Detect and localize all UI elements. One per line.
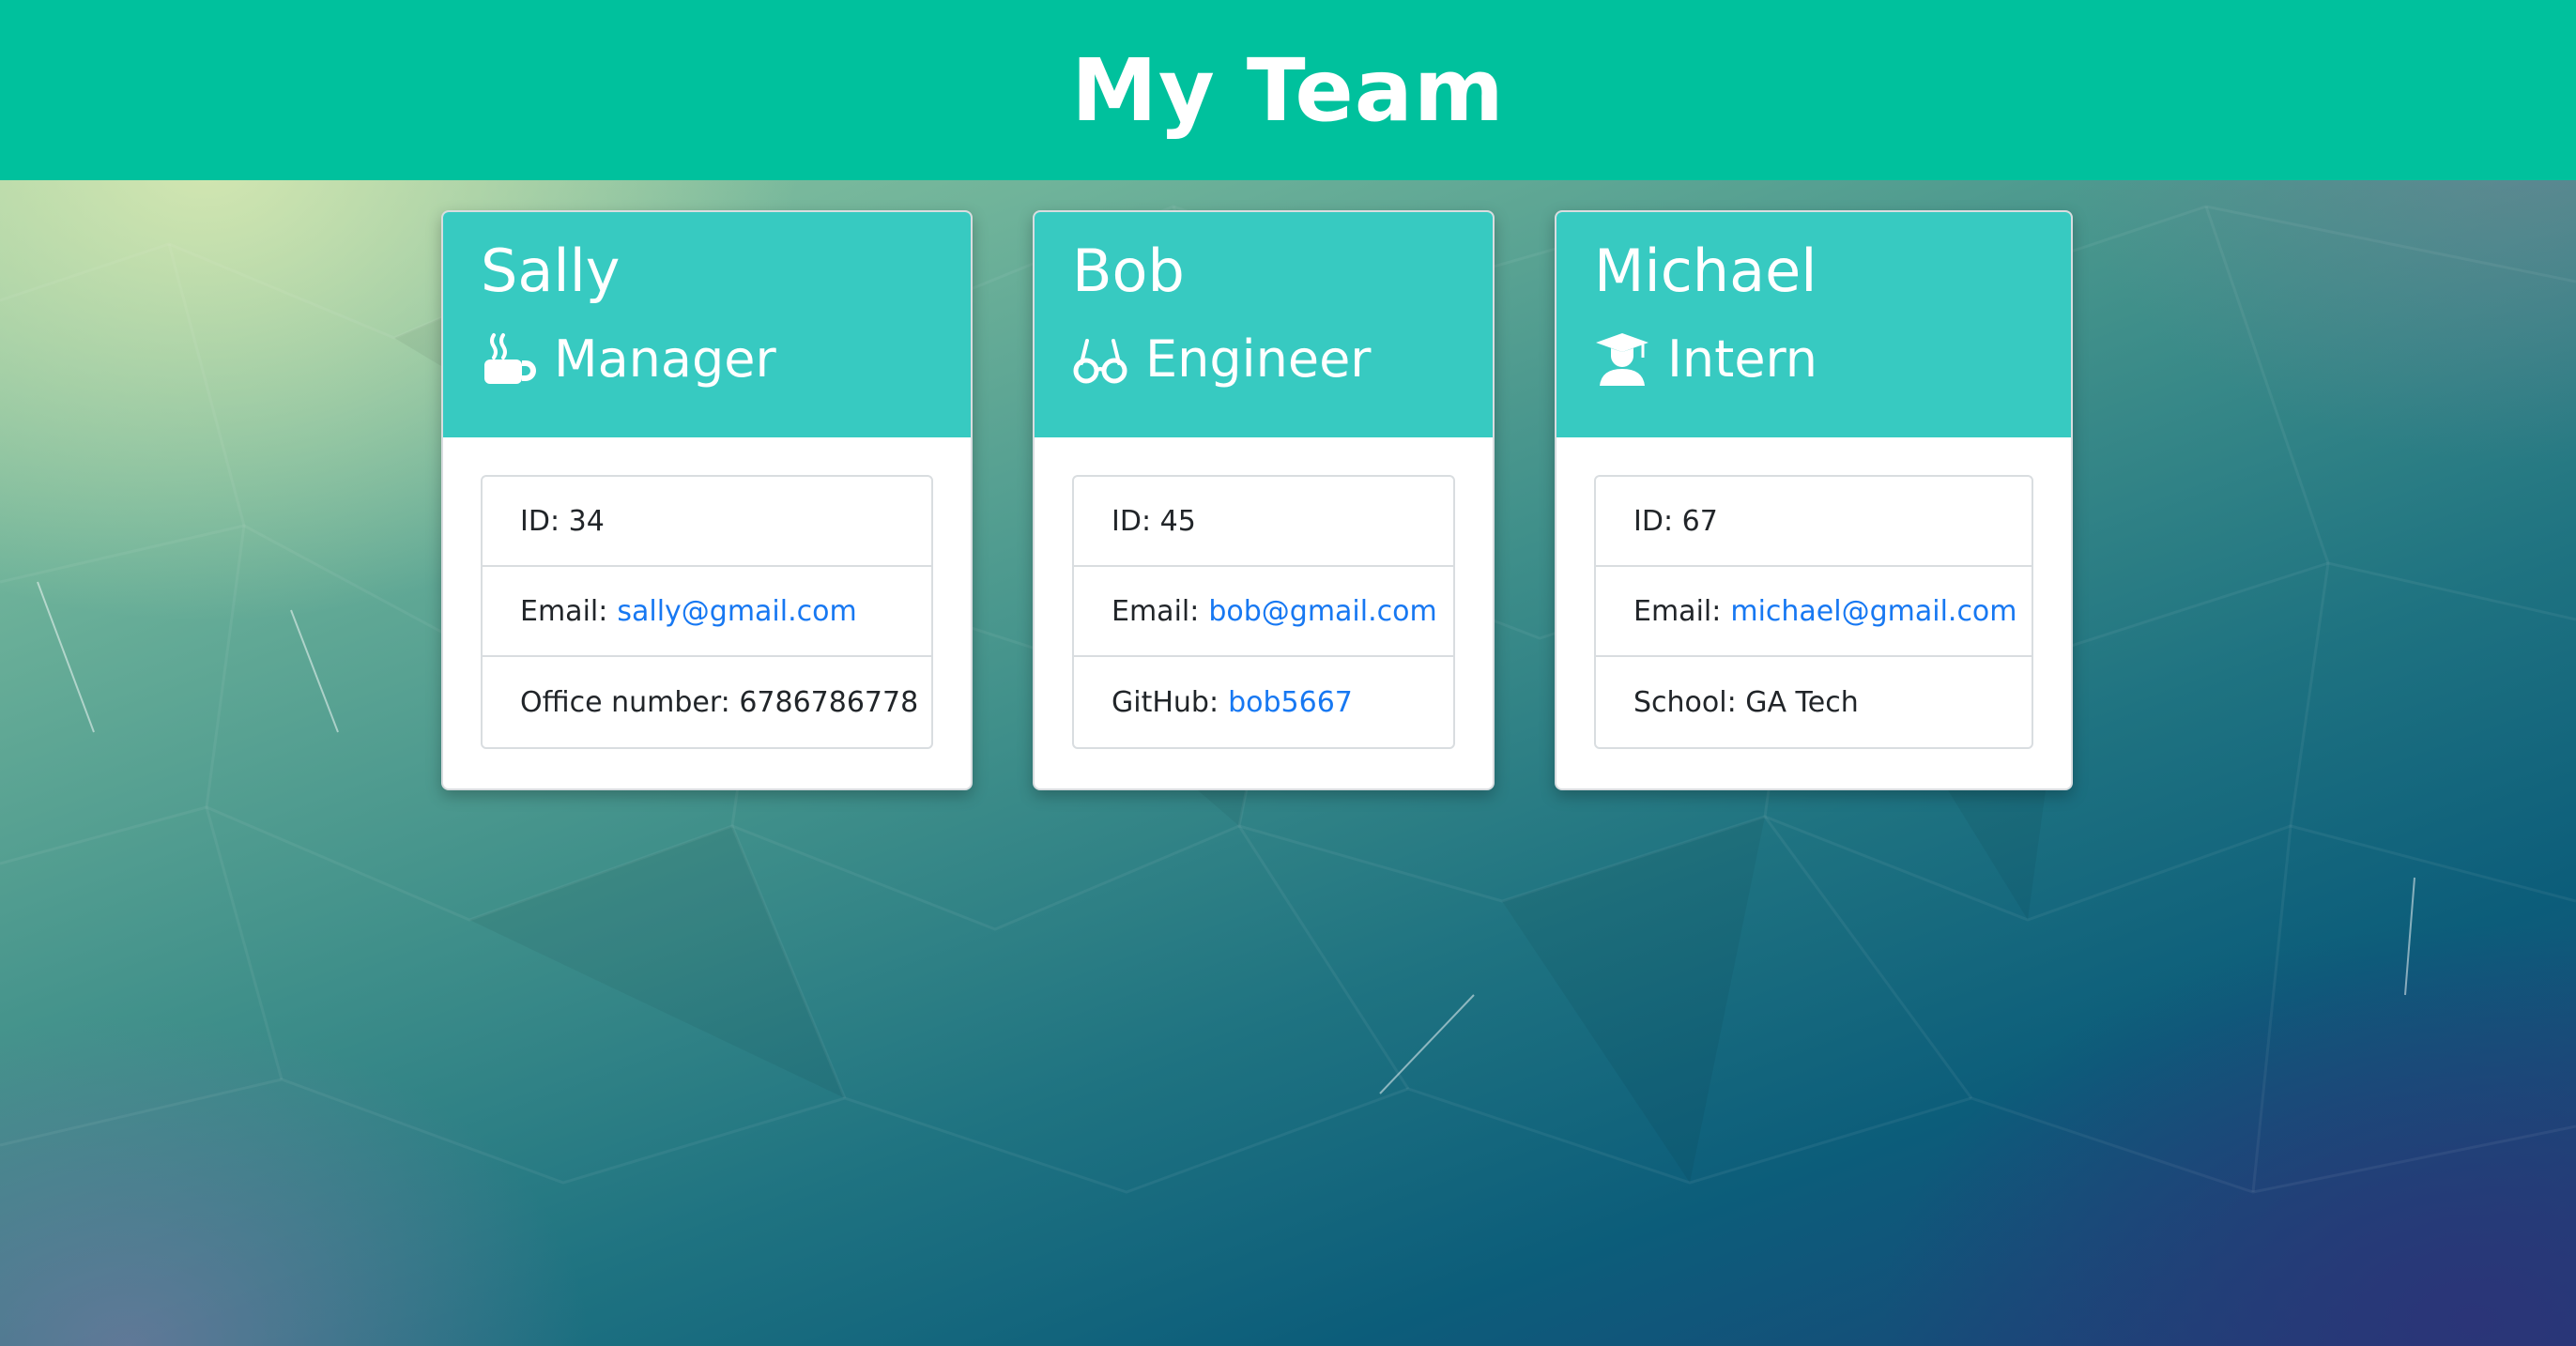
info-list: ID: 34 Email: sally@gmail.com Office num… — [481, 475, 933, 749]
card-header: Bob Engineer — [1035, 212, 1493, 437]
email-link[interactable]: michael@gmail.com — [1730, 595, 2016, 628]
role-label: Manager — [554, 329, 776, 389]
github-label: GitHub: — [1112, 685, 1219, 719]
email-item: Email: bob@gmail.com — [1074, 567, 1453, 657]
employee-role: Manager — [481, 319, 933, 400]
email-link[interactable]: sally@gmail.com — [617, 595, 856, 628]
card-header: Michael Intern — [1556, 212, 2071, 437]
office-number-value: 6786786778 — [739, 685, 919, 719]
github-link[interactable]: bob5667 — [1228, 686, 1353, 719]
id-label: ID: — [1633, 504, 1674, 538]
school-item: School: GA Tech — [1596, 657, 2032, 747]
employee-card: Michael Intern ID: 67 Email: michael@gma… — [1555, 210, 2073, 790]
office-number-item: Office number: 6786786778 — [483, 657, 931, 747]
card-body: ID: 45 Email: bob@gmail.com GitHub: bob5… — [1035, 437, 1493, 787]
email-item: Email: michael@gmail.com — [1596, 567, 2032, 657]
school-label: School: — [1633, 685, 1737, 719]
id-label: ID: — [1112, 504, 1152, 538]
email-link[interactable]: bob@gmail.com — [1208, 595, 1436, 628]
role-label: Engineer — [1145, 329, 1372, 389]
employee-role: Engineer — [1072, 319, 1455, 400]
employee-name: Sally — [481, 237, 621, 305]
coffee-mug-icon — [481, 331, 537, 388]
github-item: GitHub: bob5667 — [1074, 657, 1453, 747]
page-title: My Team — [1071, 39, 1505, 141]
info-list: ID: 67 Email: michael@gmail.com School: … — [1594, 475, 2033, 749]
page-header: My Team — [0, 0, 2576, 180]
employee-role: Intern — [1594, 319, 2033, 400]
employee-card: Sally Manager ID: 34 Email: sally@gmail.… — [441, 210, 973, 790]
id-value: 34 — [568, 504, 605, 538]
email-item: Email: sally@gmail.com — [483, 567, 931, 657]
email-label: Email: — [520, 594, 608, 628]
card-body: ID: 34 Email: sally@gmail.com Office num… — [443, 437, 971, 787]
glasses-icon — [1072, 331, 1128, 388]
graduate-icon — [1594, 331, 1650, 388]
card-header: Sally Manager — [443, 212, 971, 437]
id-item: ID: 67 — [1596, 477, 2032, 567]
role-label: Intern — [1667, 329, 1818, 389]
office-number-label: Office number: — [520, 685, 730, 719]
employee-name: Michael — [1594, 237, 1817, 305]
id-item: ID: 34 — [483, 477, 931, 567]
school-value: GA Tech — [1745, 685, 1859, 719]
id-item: ID: 45 — [1074, 477, 1453, 567]
info-list: ID: 45 Email: bob@gmail.com GitHub: bob5… — [1072, 475, 1455, 749]
card-body: ID: 67 Email: michael@gmail.com School: … — [1556, 437, 2071, 787]
id-label: ID: — [520, 504, 560, 538]
id-value: 45 — [1159, 504, 1196, 538]
employee-name: Bob — [1072, 237, 1185, 305]
id-value: 67 — [1681, 504, 1718, 538]
employee-card: Bob Engineer ID: 45 Email: bob@gmail.com — [1033, 210, 1495, 790]
email-label: Email: — [1112, 594, 1200, 628]
email-label: Email: — [1633, 594, 1722, 628]
